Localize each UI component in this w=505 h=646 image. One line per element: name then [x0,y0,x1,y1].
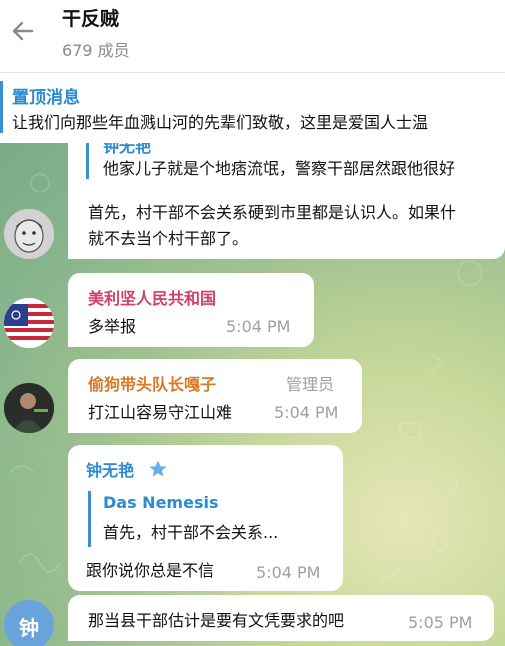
message-bubble[interactable]: 钟无艳 他家儿子就是个地痞流氓，警察干部居然跟他很好 首先，村干部不会关系硬到市… [68,143,505,259]
pinned-label: 置顶消息 [12,88,80,108]
avatar-initial: 钟 [19,616,39,640]
chat-area[interactable]: 钟无艳 他家儿子就是个地痞流氓，警察干部居然跟他很好 首先，村干部不会关系硬到市… [0,143,505,646]
pinned-text: 让我们向那些年血溅山河的先辈们致敬，这里是爱国人士温 [12,113,429,132]
user-photo-icon [4,383,54,433]
quote-sender: Das Nemesis [103,493,219,512]
message-bubble[interactable]: 那当县干部估计是要有文凭要求的吧 5:05 PM [68,595,494,641]
reply-quote[interactable]: 钟无艳 他家儿子就是个地痞流氓，警察干部居然跟他很好 [86,143,505,179]
message-text: 多举报 [88,317,137,336]
message-text: 首先，村干部不会关系硬到市里都是认识人。如果什 [88,203,457,222]
chat-header: 干反贼 679 成员 [0,0,505,72]
us-flag-icon [4,298,54,348]
message-time: 5:05 PM [408,613,473,632]
avatar[interactable] [4,298,54,348]
message-text: 那当县干部估计是要有文凭要求的吧 [88,611,345,630]
message-time: 5:04 PM [256,563,321,582]
sender-name[interactable]: 钟无艳 [86,457,134,481]
avatar[interactable]: 钟 [4,600,54,646]
quote-text: 首先，村干部不会关系... [103,523,279,542]
pinned-accent-bar [0,81,3,133]
message-bubble[interactable]: 钟无艳 Das Nemesis 首先，村干部不会关系... 跟你说你总是不信 5… [68,445,343,591]
message-time: 5:04 PM [274,403,339,422]
member-count: 679 成员 [62,41,130,60]
avatar[interactable] [4,383,54,433]
sketch-face-icon [4,209,54,259]
back-arrow-icon[interactable] [8,16,38,46]
quote-text: 他家儿子就是个地痞流氓，警察干部居然跟他很好 [103,159,456,178]
message-text-line-2: 就不去当个村干部了。 [88,229,249,248]
avatar[interactable] [4,209,54,259]
message-bubble[interactable]: 美利坚人民共和国 多举报 5:04 PM [68,273,314,347]
chat-title[interactable]: 干反贼 [62,4,119,31]
message-time: 5:04 PM [226,317,291,336]
pinned-message[interactable]: 置顶消息 让我们向那些年血溅山河的先辈们致敬，这里是爱国人士温 [0,72,505,144]
message-text: 打江山容易守江山难 [88,403,233,422]
message-bubble[interactable]: 偷狗带头队长嘎子 管理员 打江山容易守江山难 5:04 PM [68,359,362,433]
message-text: 跟你说你总是不信 [86,561,215,580]
admin-badge: 管理员 [286,375,335,394]
reply-quote[interactable]: Das Nemesis 首先，村干部不会关系... [88,491,327,547]
sender-name[interactable]: 偷狗带头队长嘎子 [88,371,216,395]
sender-name[interactable]: 美利坚人民共和国 [88,285,216,309]
star-icon [149,460,167,477]
